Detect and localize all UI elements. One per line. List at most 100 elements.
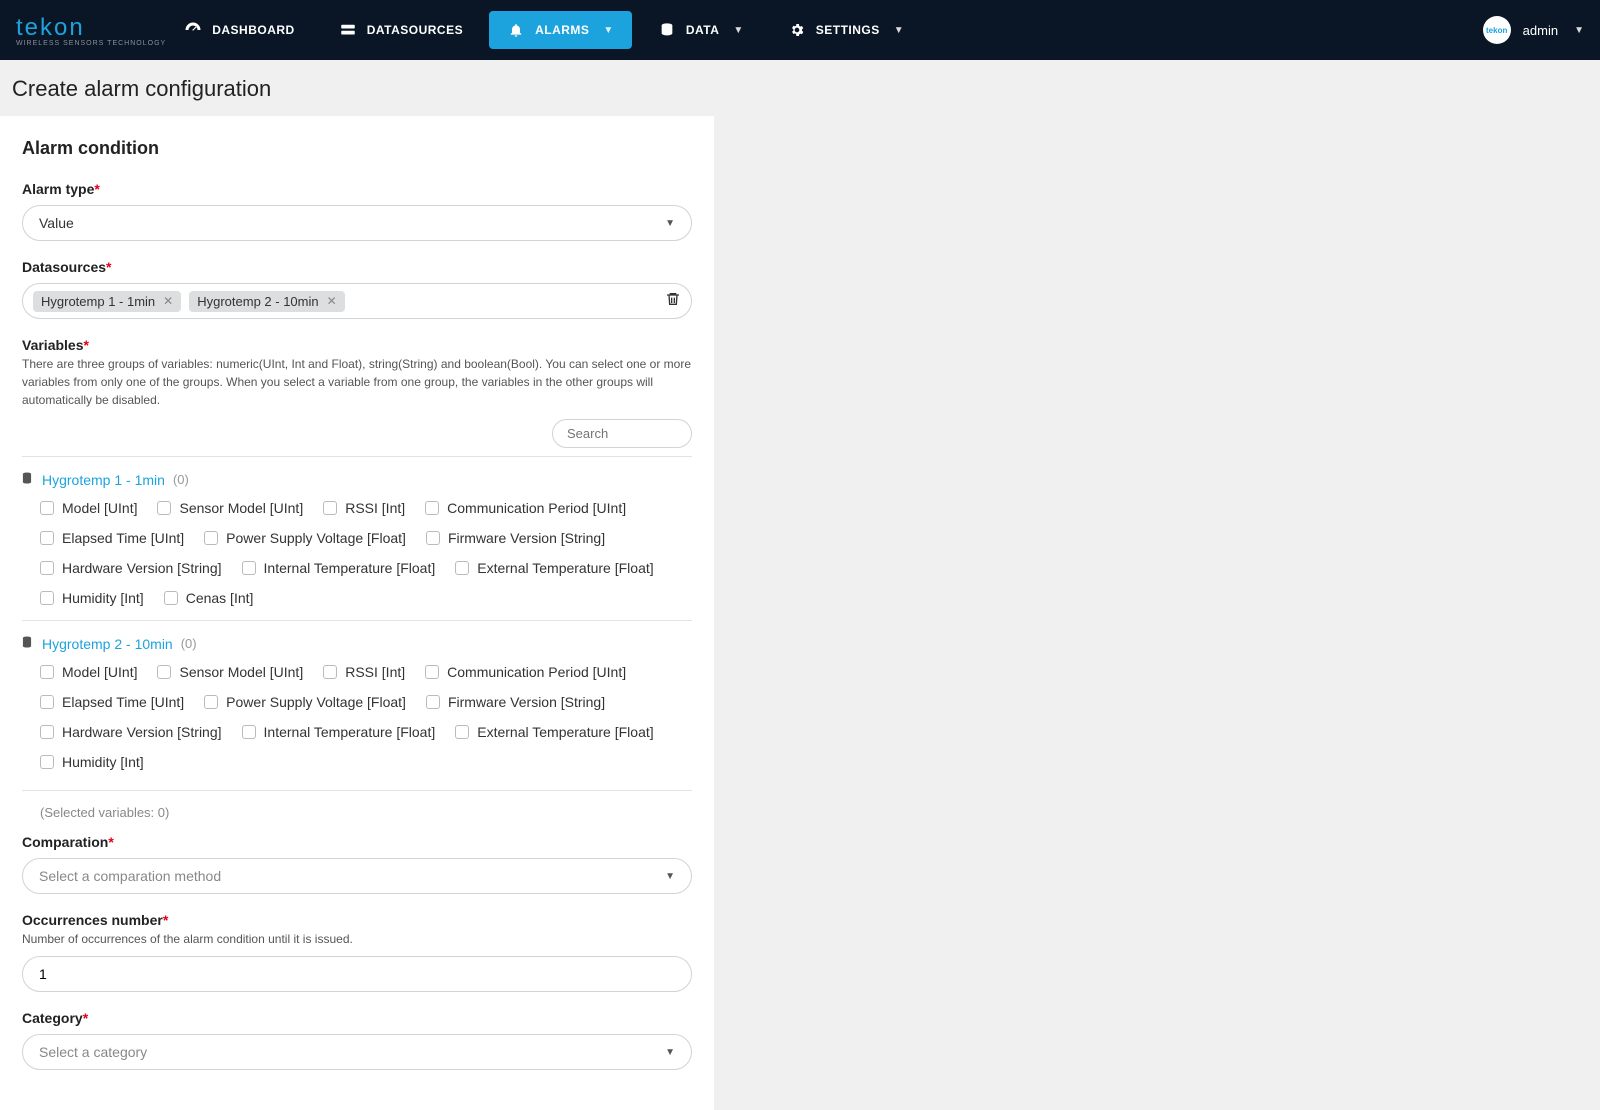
datasource-chip[interactable]: Hygrotemp 2 - 10min ✕ xyxy=(189,291,344,312)
search-wrap xyxy=(22,419,692,448)
chip-label: Hygrotemp 1 - 1min xyxy=(41,294,155,309)
comparation-select[interactable]: Select a comparation method ▼ xyxy=(22,858,692,894)
trash-icon[interactable] xyxy=(665,291,681,312)
variable-checkbox[interactable]: Hardware Version [String] xyxy=(40,560,222,576)
variable-label: Cenas [Int] xyxy=(186,590,254,606)
variable-checkbox[interactable]: Elapsed Time [UInt] xyxy=(40,530,184,546)
nav-alarms[interactable]: ALARMS ▼ xyxy=(489,11,632,49)
variable-label: Firmware Version [String] xyxy=(448,530,605,546)
selected-variables-summary: (Selected variables: 0) xyxy=(22,790,692,820)
variable-checkbox[interactable]: RSSI [Int] xyxy=(323,664,405,680)
variable-checkbox[interactable]: Humidity [Int] xyxy=(40,754,144,770)
checkbox-icon xyxy=(164,591,178,605)
checkbox-icon xyxy=(426,695,440,709)
database-icon xyxy=(658,21,676,39)
variable-checkbox[interactable]: Cenas [Int] xyxy=(164,590,254,606)
field-variables: Variables* There are three groups of var… xyxy=(22,337,692,820)
field-alarm-type: Alarm type* Value ▼ xyxy=(22,181,692,241)
checkbox-icon xyxy=(157,501,171,515)
variable-label: Sensor Model [UInt] xyxy=(179,500,303,516)
close-icon[interactable]: ✕ xyxy=(163,294,173,308)
variable-checkbox[interactable]: RSSI [Int] xyxy=(323,500,405,516)
field-occurrences: Occurrences number* Number of occurrence… xyxy=(22,912,692,992)
category-placeholder: Select a category xyxy=(39,1044,665,1060)
variable-checkbox[interactable]: Internal Temperature [Float] xyxy=(242,724,436,740)
variable-checkbox[interactable]: Firmware Version [String] xyxy=(426,530,605,546)
variable-checkbox[interactable]: Model [UInt] xyxy=(40,664,137,680)
logo[interactable]: tekon WIRELESS SENSORS TECHNOLOGY xyxy=(16,14,166,47)
variable-label: Model [UInt] xyxy=(62,664,137,680)
variable-checkbox[interactable]: Firmware Version [String] xyxy=(426,694,605,710)
variable-label: Sensor Model [UInt] xyxy=(179,664,303,680)
datasource-count: (0) xyxy=(181,636,197,651)
variable-checkbox[interactable]: External Temperature [Float] xyxy=(455,560,653,576)
alarm-type-select[interactable]: Value ▼ xyxy=(22,205,692,241)
variable-checkbox[interactable]: Power Supply Voltage [Float] xyxy=(204,530,406,546)
occurrences-label: Occurrences number* xyxy=(22,912,692,928)
alarm-type-value: Value xyxy=(39,215,665,231)
datasources-label: Datasources* xyxy=(22,259,692,275)
checkbox-icon xyxy=(40,665,54,679)
checkbox-icon xyxy=(40,591,54,605)
variable-checkbox[interactable]: Communication Period [UInt] xyxy=(425,500,626,516)
datasource-header[interactable]: Hygrotemp 1 - 1min(0) xyxy=(20,471,692,488)
category-select[interactable]: Select a category ▼ xyxy=(22,1034,692,1070)
variable-label: Power Supply Voltage [Float] xyxy=(226,530,406,546)
variables-label: Variables* xyxy=(22,337,692,353)
variable-label: Hardware Version [String] xyxy=(62,560,222,576)
chevron-down-icon: ▼ xyxy=(1574,25,1584,36)
search-input[interactable] xyxy=(552,419,692,448)
category-label: Category* xyxy=(22,1010,692,1026)
datasource-header[interactable]: Hygrotemp 2 - 10min(0) xyxy=(20,635,692,652)
variable-checkbox[interactable]: Elapsed Time [UInt] xyxy=(40,694,184,710)
nav-dashboard-label: DASHBOARD xyxy=(212,23,295,37)
page-title: Create alarm configuration xyxy=(12,76,1588,102)
variable-checkbox[interactable]: Sensor Model [UInt] xyxy=(157,664,303,680)
database-icon xyxy=(20,471,34,488)
occurrences-input[interactable] xyxy=(39,966,675,982)
user-menu[interactable]: tekon admin ▼ xyxy=(1483,16,1584,44)
datasources-input[interactable]: Hygrotemp 1 - 1min ✕ Hygrotemp 2 - 10min… xyxy=(22,283,692,319)
variable-checkbox[interactable]: External Temperature [Float] xyxy=(455,724,653,740)
variable-label: Hardware Version [String] xyxy=(62,724,222,740)
nav-datasources[interactable]: DATASOURCES xyxy=(321,11,481,49)
field-comparation: Comparation* Select a comparation method… xyxy=(22,834,692,894)
checkbox-icon xyxy=(40,501,54,515)
nav-dashboard[interactable]: DASHBOARD xyxy=(166,11,313,49)
chevron-down-icon: ▼ xyxy=(665,1047,675,1058)
variable-checkbox[interactable]: Communication Period [UInt] xyxy=(425,664,626,680)
comparation-placeholder: Select a comparation method xyxy=(39,868,665,884)
variable-label: Humidity [Int] xyxy=(62,754,144,770)
variable-label: Communication Period [UInt] xyxy=(447,500,626,516)
checkbox-icon xyxy=(242,725,256,739)
checkbox-icon xyxy=(40,755,54,769)
close-icon[interactable]: ✕ xyxy=(327,294,337,308)
variable-checkbox[interactable]: Hardware Version [String] xyxy=(40,724,222,740)
variable-checkbox[interactable]: Humidity [Int] xyxy=(40,590,144,606)
chip-label: Hygrotemp 2 - 10min xyxy=(197,294,318,309)
datasource-count: (0) xyxy=(173,472,189,487)
chevron-down-icon: ▼ xyxy=(665,871,675,882)
variable-checkbox[interactable]: Power Supply Voltage [Float] xyxy=(204,694,406,710)
variable-checkbox[interactable]: Model [UInt] xyxy=(40,500,137,516)
checkbox-icon xyxy=(204,695,218,709)
checkbox-icon xyxy=(425,501,439,515)
field-category: Category* Select a category ▼ xyxy=(22,1010,692,1070)
variable-label: Communication Period [UInt] xyxy=(447,664,626,680)
variable-list: Model [UInt] Sensor Model [UInt] RSSI [Int… xyxy=(22,664,692,770)
checkbox-icon xyxy=(40,531,54,545)
checkbox-icon xyxy=(40,561,54,575)
nav-items: DASHBOARD DATASOURCES ALARMS ▼ DATA ▼ xyxy=(166,11,1482,49)
section-title: Alarm condition xyxy=(22,138,692,159)
variable-checkbox[interactable]: Internal Temperature [Float] xyxy=(242,560,436,576)
checkbox-icon xyxy=(455,561,469,575)
field-datasources: Datasources* Hygrotemp 1 - 1min ✕ Hygrot… xyxy=(22,259,692,319)
variable-checkbox[interactable]: Sensor Model [UInt] xyxy=(157,500,303,516)
nav-data[interactable]: DATA ▼ xyxy=(640,11,762,49)
chevron-down-icon: ▼ xyxy=(665,218,675,229)
datasource-chip[interactable]: Hygrotemp 1 - 1min ✕ xyxy=(33,291,181,312)
checkbox-icon xyxy=(323,501,337,515)
nav-settings[interactable]: SETTINGS ▼ xyxy=(770,11,922,49)
variable-label: Internal Temperature [Float] xyxy=(264,560,436,576)
navbar: tekon WIRELESS SENSORS TECHNOLOGY DASHBO… xyxy=(0,0,1600,60)
